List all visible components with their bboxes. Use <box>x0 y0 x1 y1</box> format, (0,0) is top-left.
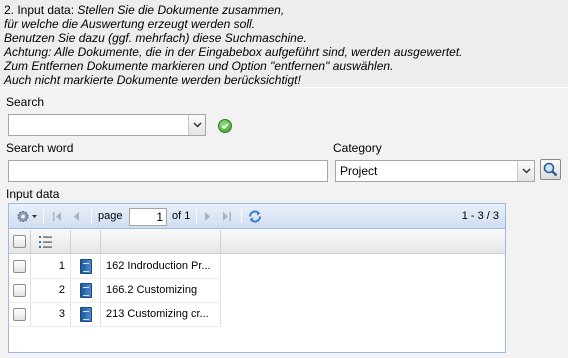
header-select-all[interactable] <box>9 230 31 254</box>
search-panel: Search Search word Category Project Inpu… <box>0 91 568 358</box>
instruction-line-5: Zum Entfernen Dokumente markieren und Op… <box>4 59 394 73</box>
prev-page-button[interactable] <box>69 208 83 225</box>
header-title <box>101 230 221 254</box>
page-label: page <box>98 210 123 222</box>
row-checkbox[interactable] <box>13 260 26 273</box>
chevron-down-icon <box>192 122 202 128</box>
toolbar-separator <box>43 209 44 223</box>
gear-menu-button[interactable] <box>15 208 39 225</box>
numbered-list-icon <box>39 236 52 248</box>
search-combo[interactable] <box>8 114 206 136</box>
instruction-line-3: Benutzen Sie dazu (ggf. mehrfach) diese … <box>4 31 307 45</box>
toolbar-separator <box>91 209 92 223</box>
search-word-input[interactable] <box>8 160 328 182</box>
row-title: 166.2 Customizing <box>101 279 221 303</box>
refresh-button[interactable] <box>247 208 263 225</box>
row-number: 3 <box>31 303 71 327</box>
document-icon <box>80 307 92 322</box>
table-row[interactable]: 3 213 Customizing cr... <box>9 303 505 327</box>
page-count-label: of 1 <box>172 210 191 222</box>
last-page-icon <box>223 212 231 221</box>
instruction-line-4: Achtung: Alle Dokumente, die in der Eing… <box>4 45 463 59</box>
gear-icon <box>17 211 37 222</box>
category-select-trigger[interactable] <box>517 161 534 181</box>
magnifier-icon <box>543 162 558 177</box>
page-number-input[interactable]: 1 <box>129 208 167 226</box>
row-number: 1 <box>31 255 71 279</box>
search-word-label: Search word <box>6 141 74 155</box>
record-range: 1 - 3 / 3 <box>461 210 499 222</box>
header-row-number <box>31 230 71 254</box>
first-page-icon <box>53 212 61 221</box>
first-page-button[interactable] <box>50 208 64 225</box>
table-row[interactable]: 1 162 Indroduction Pr... <box>9 255 505 279</box>
input-data-grid: page 1 of 1 1 - 3 / 3 1 162 Indroduction… <box>8 203 506 353</box>
row-title: 213 Customizing cr... <box>101 303 221 327</box>
document-icon <box>80 259 92 274</box>
row-checkbox[interactable] <box>13 308 26 321</box>
instruction-line-6: Auch nicht markierte Dokumente werden be… <box>4 73 301 87</box>
search-button[interactable] <box>540 159 561 180</box>
category-value: Project <box>340 164 378 178</box>
next-page-button[interactable] <box>201 208 215 225</box>
table-row[interactable]: 2 166.2 Customizing <box>9 279 505 303</box>
prev-page-icon <box>74 212 79 221</box>
instruction-line-1: 2. Input data: Stellen Sie die Dokumente… <box>4 3 285 17</box>
chevron-down-icon <box>521 168 531 174</box>
category-select[interactable]: Project <box>335 160 535 182</box>
toolbar-separator <box>196 209 197 223</box>
header-type <box>71 230 101 254</box>
select-all-checkbox[interactable] <box>13 235 26 248</box>
search-label: Search <box>6 95 45 109</box>
last-page-button[interactable] <box>220 208 234 225</box>
refresh-icon <box>249 210 261 223</box>
next-page-icon <box>205 212 210 221</box>
toolbar-separator <box>241 209 242 223</box>
row-number: 2 <box>31 279 71 303</box>
category-label: Category <box>333 141 382 155</box>
search-combo-trigger[interactable] <box>188 115 205 135</box>
grid-header <box>9 230 505 254</box>
check-circle-icon[interactable] <box>218 119 232 133</box>
row-checkbox[interactable] <box>13 284 26 297</box>
document-icon <box>80 283 92 298</box>
instruction-line-2: für welche die Auswertung erzeugt werden… <box>4 17 256 31</box>
instructions-box: 2. Input data: Stellen Sie die Dokumente… <box>0 0 568 88</box>
input-data-label: Input data <box>6 187 60 201</box>
grid-toolbar: page 1 of 1 1 - 3 / 3 <box>9 204 505 229</box>
row-title: 162 Indroduction Pr... <box>101 255 221 279</box>
